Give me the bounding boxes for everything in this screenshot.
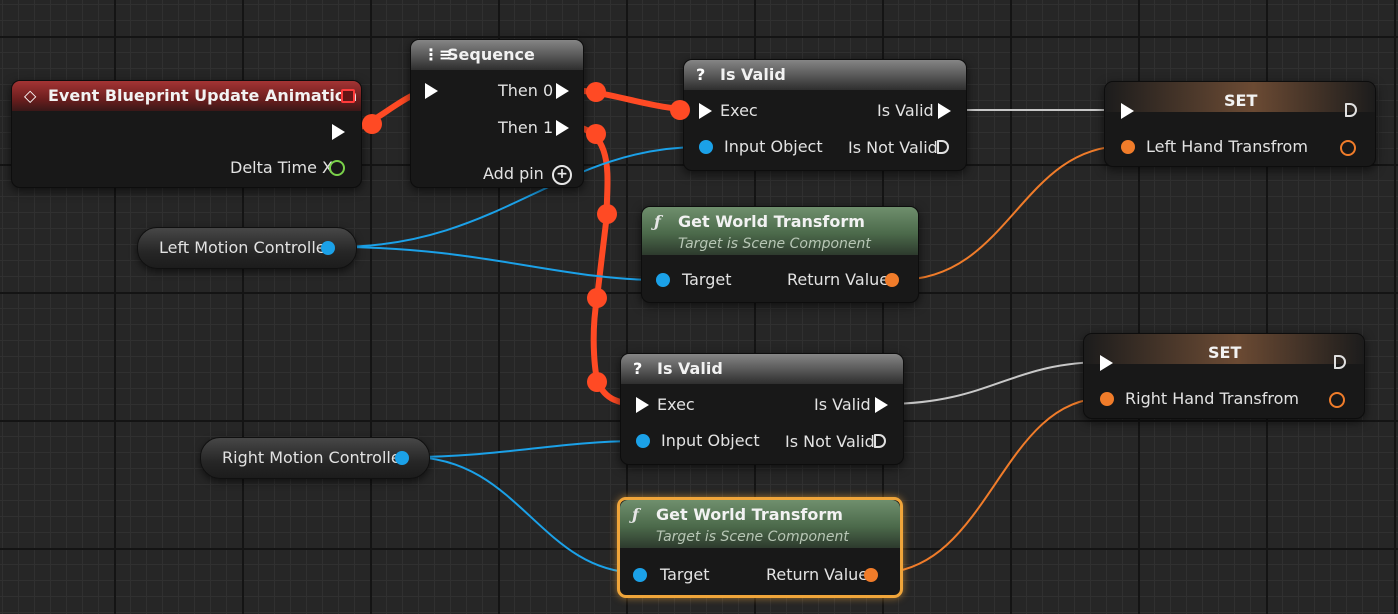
sequence-node[interactable]: ⋮≡ Sequence Then 0 Then 1 Add pin +: [410, 39, 584, 188]
object-wire-right-target: [409, 456, 641, 574]
diamond-icon: ◇: [24, 86, 37, 105]
input-object-pin[interactable]: [636, 434, 650, 448]
is-not-valid-pin[interactable]: [874, 434, 886, 448]
target-label: Target: [660, 565, 710, 584]
node-header: ? Is Valid: [684, 60, 966, 90]
node-title: Is Valid: [720, 65, 786, 84]
target-pin[interactable]: [656, 273, 670, 287]
reroute-knot[interactable]: [587, 372, 607, 392]
exec-in-pin[interactable]: [699, 103, 712, 119]
then1-pin[interactable]: [556, 120, 569, 136]
return-value-label: Return Value: [787, 270, 890, 289]
variable-label: Left Motion Controller: [159, 238, 333, 257]
node-title: SET: [1224, 91, 1258, 110]
input-object-label: Input Object: [661, 431, 760, 450]
node-title: Event Blueprint Update Animation: [48, 86, 358, 105]
transform-out-pin[interactable]: [1340, 140, 1356, 156]
exec-in-pin[interactable]: [425, 83, 438, 99]
exec-out-pin[interactable]: [332, 124, 345, 140]
exec-label: Exec: [657, 395, 695, 414]
exec-out-pin[interactable]: [1334, 355, 1346, 369]
return-value-pin[interactable]: [885, 273, 899, 287]
variable-label: Right Motion Controller: [222, 448, 408, 467]
node-title: SET: [1208, 343, 1242, 362]
transform-out-pin[interactable]: [1329, 392, 1345, 408]
return-value-pin[interactable]: [864, 568, 878, 582]
target-pin[interactable]: [633, 568, 647, 582]
then0-label: Then 0: [498, 81, 554, 100]
delta-time-label: Delta Time X: [230, 158, 333, 177]
transform-in-pin[interactable]: [1121, 140, 1135, 154]
is-valid-pin[interactable]: [938, 103, 951, 119]
target-label: Target: [682, 270, 732, 289]
delta-time-pin[interactable]: [329, 160, 345, 176]
is-valid-pin[interactable]: [875, 397, 888, 413]
then1-label: Then 1: [498, 118, 554, 137]
object-wire-right-input: [409, 440, 641, 458]
object-wire-left-target: [336, 246, 661, 281]
exec-wire-isvalid2-set: [884, 361, 1106, 405]
reroute-knot[interactable]: [586, 124, 606, 144]
variable-label: Right Hand Transfrom: [1125, 389, 1299, 408]
right-motion-controller-variable[interactable]: Right Motion Controller: [200, 437, 430, 479]
is-not-valid-pin[interactable]: [937, 140, 949, 154]
input-object-pin[interactable]: [699, 140, 713, 154]
is-valid-label: Is Valid: [814, 395, 871, 414]
reroute-knot[interactable]: [587, 288, 607, 308]
is-valid-node-2[interactable]: ? Is Valid Exec Is Valid Input Object Is…: [620, 353, 904, 465]
node-title: Sequence: [447, 45, 535, 64]
then0-pin[interactable]: [556, 83, 569, 99]
exec-out-pin[interactable]: [1345, 103, 1357, 117]
node-title: Get World Transform: [656, 505, 843, 524]
variable-label: Left Hand Transfrom: [1146, 137, 1308, 156]
reroute-knot[interactable]: [586, 82, 606, 102]
question-icon: ?: [696, 65, 706, 84]
node-subtitle: Target is Scene Component: [656, 529, 849, 545]
exec-in-pin[interactable]: [636, 397, 649, 413]
node-header: ⋮≡ Sequence: [411, 40, 583, 70]
get-world-transform-node-2[interactable]: ƒ Get World Transform Target is Scene Co…: [617, 497, 903, 598]
input-object-label: Input Object: [724, 137, 823, 156]
question-icon: ?: [633, 359, 643, 378]
exec-in-pin[interactable]: [1121, 103, 1134, 119]
add-pin-label[interactable]: Add pin: [483, 165, 544, 183]
exec-in-pin[interactable]: [1100, 355, 1113, 371]
is-valid-node-1[interactable]: ? Is Valid Exec Is Valid Input Object Is…: [683, 59, 967, 171]
event-update-animation-node[interactable]: ◇ Event Blueprint Update Animation Delta…: [11, 80, 362, 188]
node-subtitle: Target is Scene Component: [678, 236, 871, 252]
reroute-knot[interactable]: [597, 204, 617, 224]
is-not-valid-label: Is Not Valid: [848, 138, 938, 157]
node-header: SET: [1105, 82, 1375, 112]
plus-circle-icon[interactable]: +: [552, 165, 572, 185]
function-icon: ƒ: [632, 505, 639, 524]
object-out-pin[interactable]: [395, 451, 409, 465]
return-value-label: Return Value: [766, 565, 869, 584]
transform-in-pin[interactable]: [1100, 392, 1114, 406]
node-header: ƒ Get World Transform Target is Scene Co…: [642, 207, 918, 255]
is-valid-label: Is Valid: [877, 101, 934, 120]
node-header: ? Is Valid: [621, 354, 903, 384]
node-title: Get World Transform: [678, 212, 865, 231]
set-right-hand-node[interactable]: SET Right Hand Transfrom: [1083, 333, 1365, 419]
reroute-knot[interactable]: [670, 100, 690, 120]
function-icon: ƒ: [654, 212, 661, 231]
exec-label: Exec: [720, 101, 758, 120]
set-left-hand-node[interactable]: SET Left Hand Transfrom: [1104, 81, 1376, 167]
reroute-knot[interactable]: [362, 114, 382, 134]
node-header: ƒ Get World Transform Target is Scene Co…: [620, 500, 900, 548]
is-not-valid-label: Is Not Valid: [785, 432, 875, 451]
left-motion-controller-variable[interactable]: Left Motion Controller: [137, 227, 357, 269]
object-out-pin[interactable]: [321, 241, 335, 255]
get-world-transform-node-1[interactable]: ƒ Get World Transform Target is Scene Co…: [641, 206, 919, 303]
node-title: Is Valid: [657, 359, 723, 378]
transform-wire-right: [877, 397, 1106, 574]
node-header: ◇ Event Blueprint Update Animation: [12, 81, 361, 111]
node-header: SET: [1084, 334, 1364, 364]
event-stop-icon: [341, 89, 355, 103]
